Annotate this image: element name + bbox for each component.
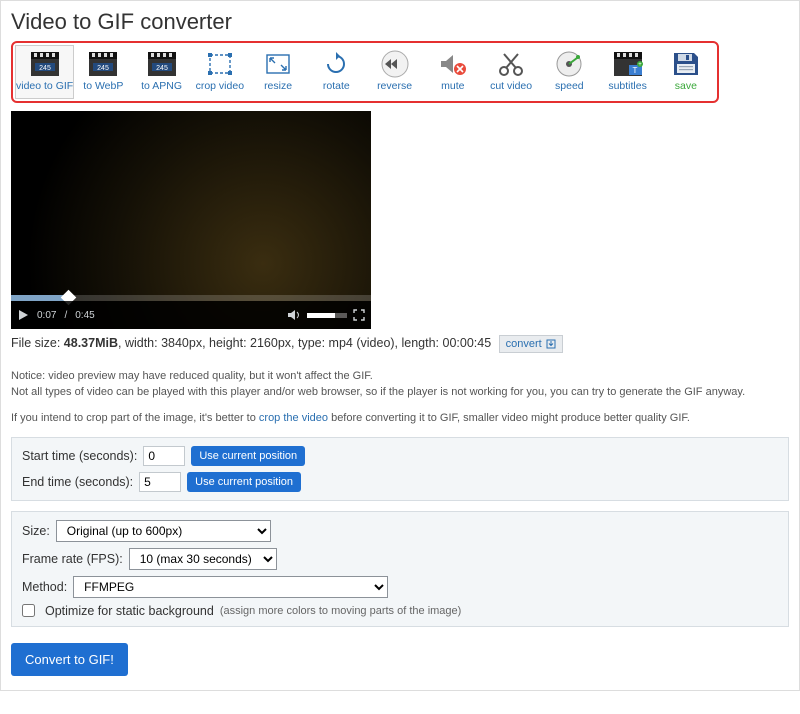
video-preview[interactable]: 0:07 / 0:45: [11, 111, 371, 329]
time-current: 0:07: [37, 310, 56, 321]
subtitles-icon: T+: [611, 50, 645, 78]
tool-label: rotate: [323, 80, 350, 92]
svg-text:245: 245: [97, 65, 109, 72]
toolbar-highlight: 245 video to GIF 245 to WebP 245 to APNG: [11, 41, 719, 103]
clapperboard-icon: 245: [28, 50, 62, 78]
optimize-checkbox[interactable]: [22, 604, 35, 617]
rewind-icon: [378, 50, 412, 78]
tool-label: crop video: [196, 80, 244, 92]
tool-speed[interactable]: speed: [540, 45, 598, 99]
end-time-input[interactable]: [139, 472, 181, 492]
fps-label: Frame rate (FPS):: [22, 552, 123, 566]
tool-to-webp[interactable]: 245 to WebP: [74, 45, 132, 99]
size-label: Size:: [22, 524, 50, 538]
tool-label: resize: [264, 80, 292, 92]
video-controls: 0:07 / 0:45: [11, 301, 371, 329]
tool-label: video to GIF: [16, 80, 73, 92]
clapperboard-icon: 245: [86, 50, 120, 78]
tool-label: to APNG: [141, 80, 182, 92]
svg-text:245: 245: [39, 65, 51, 72]
tool-label: reverse: [377, 80, 412, 92]
tool-save[interactable]: save: [657, 45, 715, 99]
convert-button[interactable]: Convert to GIF!: [11, 643, 128, 676]
volume-icon[interactable]: [287, 309, 301, 321]
fullscreen-button[interactable]: [353, 309, 365, 321]
tool-cut-video[interactable]: cut video: [482, 45, 540, 99]
tool-reverse[interactable]: reverse: [365, 45, 423, 99]
tool-label: cut video: [490, 80, 532, 92]
method-label: Method:: [22, 580, 67, 594]
convert-chip[interactable]: convert: [499, 335, 563, 353]
file-info: File size: 48.37MiB, width: 3840px, heig…: [1, 329, 799, 357]
time-panel: Start time (seconds): Use current positi…: [11, 437, 789, 501]
clapperboard-icon: 245: [145, 50, 179, 78]
crop-icon: [203, 50, 237, 78]
floppy-disk-icon: [669, 50, 703, 78]
download-icon: [546, 339, 556, 349]
speed-icon: [552, 50, 586, 78]
svg-text:+: +: [638, 62, 642, 68]
tool-label: save: [675, 80, 697, 92]
scissors-icon: [494, 50, 528, 78]
toolbar: 245 video to GIF 245 to WebP 245 to APNG: [15, 45, 715, 99]
use-current-start-button[interactable]: Use current position: [191, 446, 305, 466]
tool-label: mute: [441, 80, 464, 92]
tool-label: to WebP: [83, 80, 123, 92]
tool-crop-video[interactable]: crop video: [191, 45, 249, 99]
play-button[interactable]: [17, 309, 29, 321]
tool-subtitles[interactable]: T+ subtitles: [598, 45, 656, 99]
tool-label: speed: [555, 80, 584, 92]
tool-label: subtitles: [608, 80, 647, 92]
mute-icon: [436, 50, 470, 78]
tool-resize[interactable]: resize: [249, 45, 307, 99]
svg-text:T: T: [632, 66, 637, 75]
resize-icon: [261, 50, 295, 78]
start-time-label: Start time (seconds):: [22, 449, 137, 463]
time-separator: /: [64, 310, 67, 321]
tool-video-to-gif[interactable]: 245 video to GIF: [15, 45, 74, 99]
page-title: Video to GIF converter: [1, 1, 799, 41]
tool-mute[interactable]: mute: [424, 45, 482, 99]
rotate-icon: [319, 50, 353, 78]
start-time-input[interactable]: [143, 446, 185, 466]
tool-rotate[interactable]: rotate: [307, 45, 365, 99]
fps-select[interactable]: 10 (max 30 seconds): [129, 548, 277, 570]
crop-video-link[interactable]: crop the video: [259, 412, 328, 424]
time-duration: 0:45: [75, 310, 94, 321]
svg-text:245: 245: [156, 65, 168, 72]
end-time-label: End time (seconds):: [22, 475, 133, 489]
file-size: 48.37MiB: [64, 336, 118, 350]
size-select[interactable]: Original (up to 600px): [56, 520, 271, 542]
optimize-hint: (assign more colors to moving parts of t…: [220, 605, 462, 617]
use-current-end-button[interactable]: Use current position: [187, 472, 301, 492]
volume-slider[interactable]: [307, 313, 347, 318]
optimize-label: Optimize for static background: [45, 604, 214, 618]
tool-to-apng[interactable]: 245 to APNG: [132, 45, 190, 99]
method-select[interactable]: FFMPEG: [73, 576, 388, 598]
notice-text: Notice: video preview may have reduced q…: [11, 369, 789, 427]
settings-panel: Size: Original (up to 600px) Frame rate …: [11, 511, 789, 627]
